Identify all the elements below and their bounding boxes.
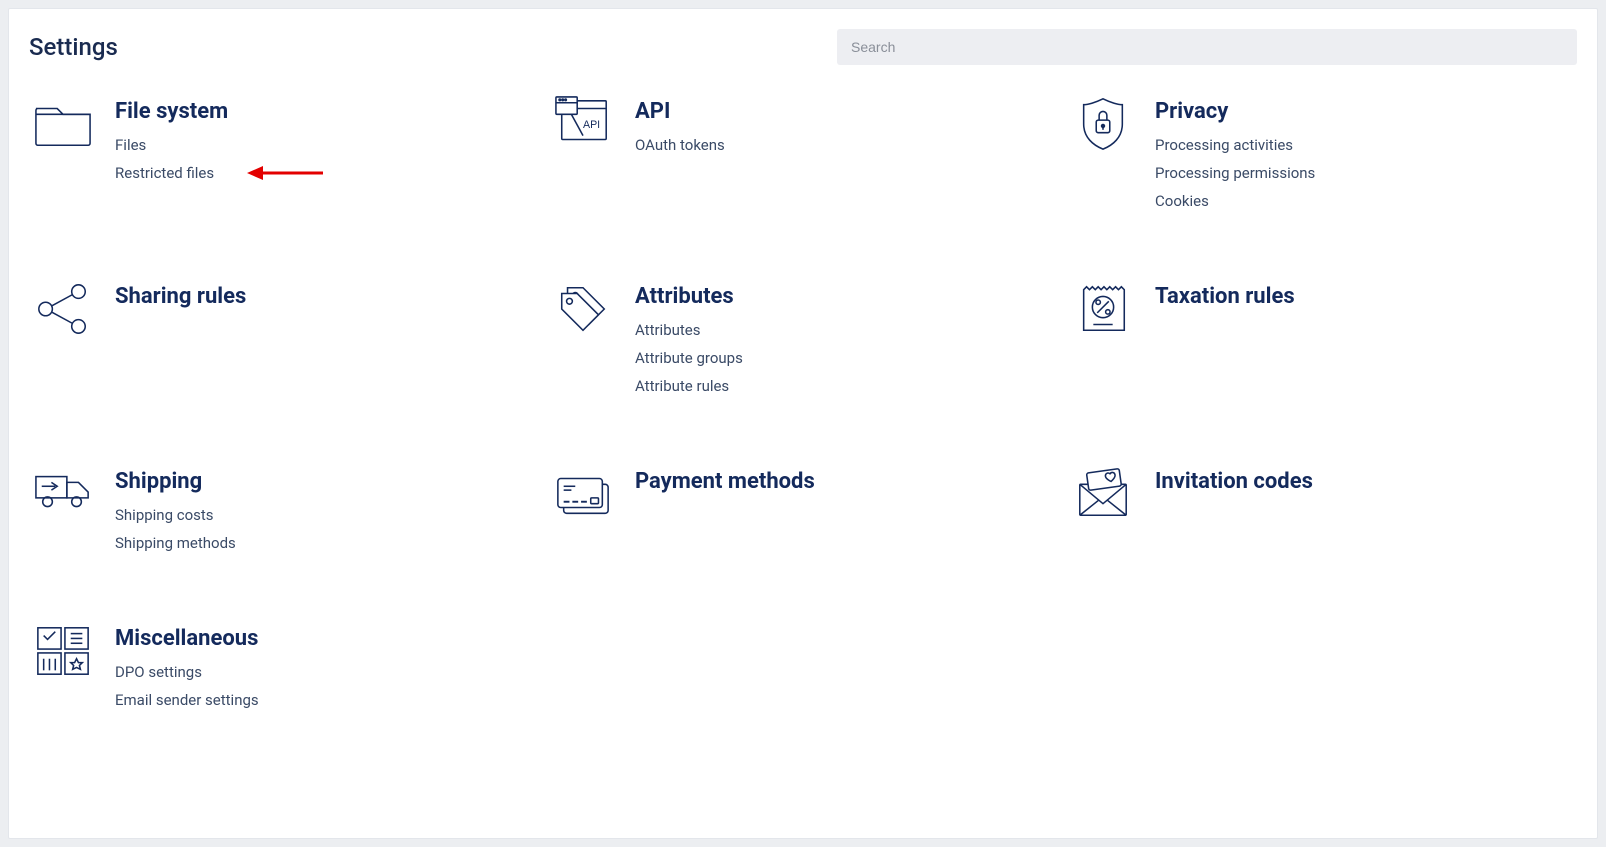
card-title-attributes[interactable]: Attributes [635, 284, 1053, 309]
link-shipping-methods[interactable]: Shipping methods [115, 534, 533, 552]
header-row: Settings [29, 29, 1577, 65]
tag-icon [553, 280, 613, 340]
link-email-sender-settings[interactable]: Email sender settings [115, 691, 533, 709]
card-api: API API OAuth tokens [553, 95, 1053, 220]
link-shipping-costs[interactable]: Shipping costs [115, 506, 533, 524]
card-file-system: File system Files Restricted files [33, 95, 533, 220]
search-input[interactable] [837, 29, 1577, 65]
card-title-shipping[interactable]: Shipping [115, 469, 533, 494]
card-privacy: Privacy Processing activities Processing… [1073, 95, 1573, 220]
link-cookies[interactable]: Cookies [1155, 192, 1573, 210]
link-oauth-tokens[interactable]: OAuth tokens [635, 136, 1053, 154]
link-attributes[interactable]: Attributes [635, 321, 1053, 339]
shield-lock-icon [1073, 95, 1133, 155]
card-miscellaneous: Miscellaneous DPO settings Email sender … [33, 622, 533, 719]
share-icon [33, 280, 93, 340]
settings-grid: File system Files Restricted files [29, 95, 1577, 719]
folder-icon [33, 95, 93, 155]
link-files[interactable]: Files [115, 136, 533, 154]
svg-text:API: API [583, 119, 600, 131]
card-title-payment-methods[interactable]: Payment methods [635, 469, 1053, 494]
link-processing-permissions[interactable]: Processing permissions [1155, 164, 1573, 182]
envelope-heart-icon [1073, 465, 1133, 525]
card-shipping: Shipping Shipping costs Shipping methods [33, 465, 533, 562]
card-sharing-rules: Sharing rules [33, 280, 533, 405]
settings-panel: Settings File system Files Restricted fi… [8, 8, 1598, 839]
card-title-sharing-rules[interactable]: Sharing rules [115, 284, 533, 309]
card-title-miscellaneous[interactable]: Miscellaneous [115, 626, 533, 651]
receipt-percent-icon [1073, 280, 1133, 340]
link-restricted-files[interactable]: Restricted files [115, 164, 533, 182]
page-title: Settings [29, 33, 118, 61]
card-title-invitation-codes[interactable]: Invitation codes [1155, 469, 1573, 494]
card-payment-methods: Payment methods [553, 465, 1053, 562]
card-taxation-rules: Taxation rules [1073, 280, 1573, 405]
card-title-taxation-rules[interactable]: Taxation rules [1155, 284, 1573, 309]
card-title-api[interactable]: API [635, 99, 1053, 124]
card-title-privacy[interactable]: Privacy [1155, 99, 1573, 124]
link-attribute-rules[interactable]: Attribute rules [635, 377, 1053, 395]
card-attributes: Attributes Attributes Attribute groups A… [553, 280, 1053, 405]
api-icon: API [553, 95, 613, 155]
credit-card-icon [553, 465, 613, 525]
card-title-file-system[interactable]: File system [115, 99, 533, 124]
link-dpo-settings[interactable]: DPO settings [115, 663, 533, 681]
truck-icon [33, 465, 93, 525]
link-attribute-groups[interactable]: Attribute groups [635, 349, 1053, 367]
grid-misc-icon [33, 622, 93, 682]
link-processing-activities[interactable]: Processing activities [1155, 136, 1573, 154]
card-invitation-codes: Invitation codes [1073, 465, 1573, 562]
